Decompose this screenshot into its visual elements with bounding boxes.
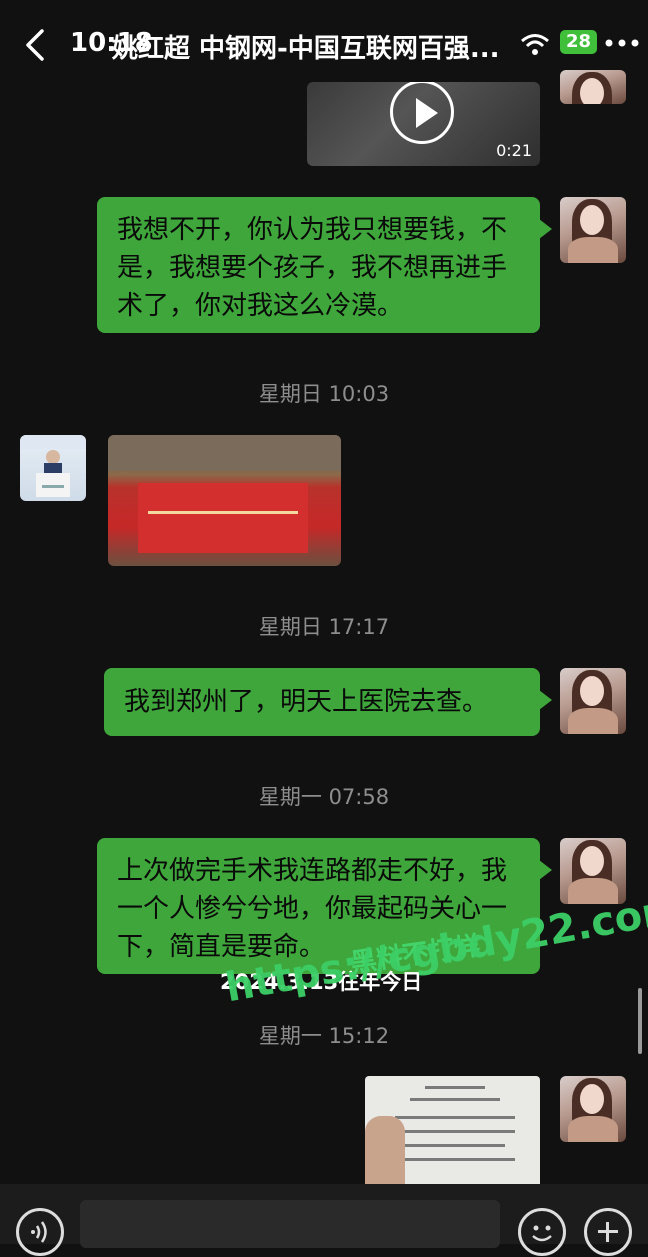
voice-icon[interactable] (16, 1208, 64, 1256)
battery-indicator: 28 (560, 30, 598, 54)
avatar[interactable] (560, 1076, 626, 1142)
message-bubble[interactable]: 我想不开，你认为我只想要钱，不是，我想要个孩子，我不想再进手术了，你对我这么冷漠… (97, 197, 552, 333)
back-chevron-icon[interactable] (22, 28, 48, 62)
scrollbar[interactable] (638, 988, 642, 1054)
speaker-avatar-icon (20, 435, 86, 497)
video-message[interactable]: 0:21 (307, 82, 540, 166)
timestamp: 星期日 17:17 (258, 615, 390, 639)
avatar[interactable] (560, 197, 626, 263)
play-icon[interactable] (390, 82, 454, 144)
chat-header: 10:18 姚红超 中钢网-中国互联网百强... 28 (0, 0, 648, 90)
timestamp: 星期一 15:12 (258, 1024, 390, 1048)
timestamp: 星期一 07:58 (258, 785, 390, 809)
message-input[interactable] (80, 1200, 500, 1248)
document-photo[interactable] (365, 1076, 540, 1184)
video-duration: 0:21 (496, 141, 532, 160)
more-dots-icon[interactable] (604, 38, 640, 48)
chat-title: 姚红超 中钢网-中国互联网百强... (112, 34, 500, 64)
emoji-icon[interactable] (518, 1208, 566, 1256)
avatar[interactable] (560, 70, 626, 104)
message-bubble[interactable]: 我到郑州了，明天上医院去查。 (104, 668, 552, 736)
wifi-icon (521, 34, 549, 55)
avatar[interactable] (20, 435, 86, 501)
conference-photo[interactable] (108, 435, 341, 566)
avatar[interactable] (560, 838, 626, 904)
avatar[interactable] (560, 668, 626, 734)
timestamp: 星期日 10:03 (258, 382, 390, 406)
plus-icon[interactable] (584, 1208, 632, 1256)
